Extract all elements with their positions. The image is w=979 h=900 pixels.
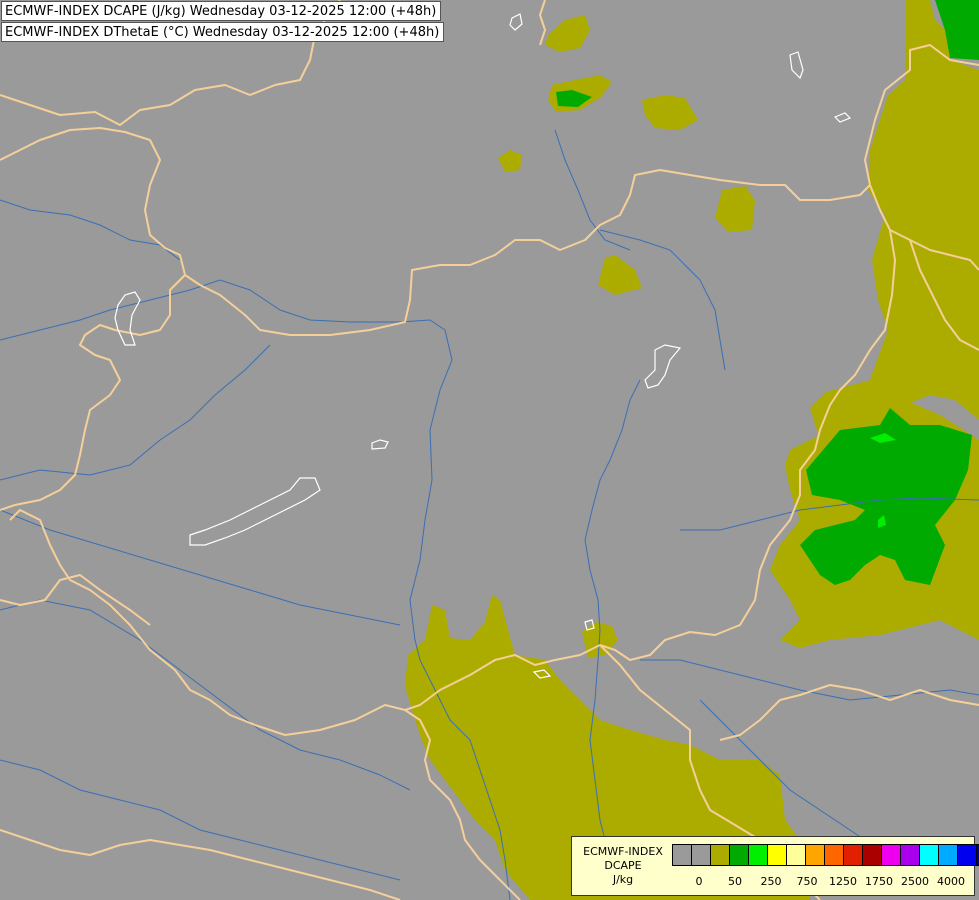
legend-swatch <box>843 844 863 866</box>
legend-swatch <box>919 844 939 866</box>
legend-tick-label: 4000 <box>937 875 965 888</box>
legend-swatch <box>881 844 901 866</box>
legend-swatch <box>691 844 711 866</box>
legend-tick-label: 250 <box>760 875 782 888</box>
legend-tick-label: 2500 <box>901 875 929 888</box>
legend-swatch <box>729 844 749 866</box>
legend-unit-label: J/kg <box>612 873 634 886</box>
legend-tick-label: 750 <box>796 875 818 888</box>
legend-swatch <box>862 844 882 866</box>
map-title-dcape: ECMWF-INDEX DCAPE (J/kg) Wednesday 03-12… <box>1 1 442 21</box>
map-canvas <box>0 0 979 900</box>
legend-tick-label: 1750 <box>865 875 893 888</box>
legend-swatch <box>767 844 787 866</box>
legend-swatch <box>824 844 844 866</box>
legend-tick-label: 0 <box>695 875 703 888</box>
legend-swatch <box>710 844 730 866</box>
color-legend: ECMWF-INDEX DCAPE J/kg 0 50 250 750 1250 1750… <box>571 836 979 896</box>
legend-swatch <box>900 844 920 866</box>
legend-label: ECMWF-INDEX DCAPE J/kg <box>576 845 670 887</box>
weather-map: ECMWF-INDEX DCAPE (J/kg) Wednesday 03-12… <box>0 0 979 900</box>
legend-param-label: DCAPE <box>604 859 642 872</box>
legend-swatch <box>672 844 692 866</box>
legend-swatch <box>805 844 825 866</box>
legend-model-label: ECMWF-INDEX <box>583 845 663 858</box>
legend-swatch <box>938 844 958 866</box>
legend-tick-label: 1250 <box>829 875 857 888</box>
map-title-dthetae: ECMWF-INDEX DThetaE (°C) Wednesday 03-12… <box>1 22 445 42</box>
legend-ticks: 0 50 250 750 1250 1750 2500 4000 <box>673 875 973 889</box>
legend-swatch <box>786 844 806 866</box>
legend-swatch <box>957 844 977 866</box>
legend-swatches <box>672 844 979 866</box>
legend-tick-label: 50 <box>728 875 742 888</box>
legend-swatch <box>748 844 768 866</box>
